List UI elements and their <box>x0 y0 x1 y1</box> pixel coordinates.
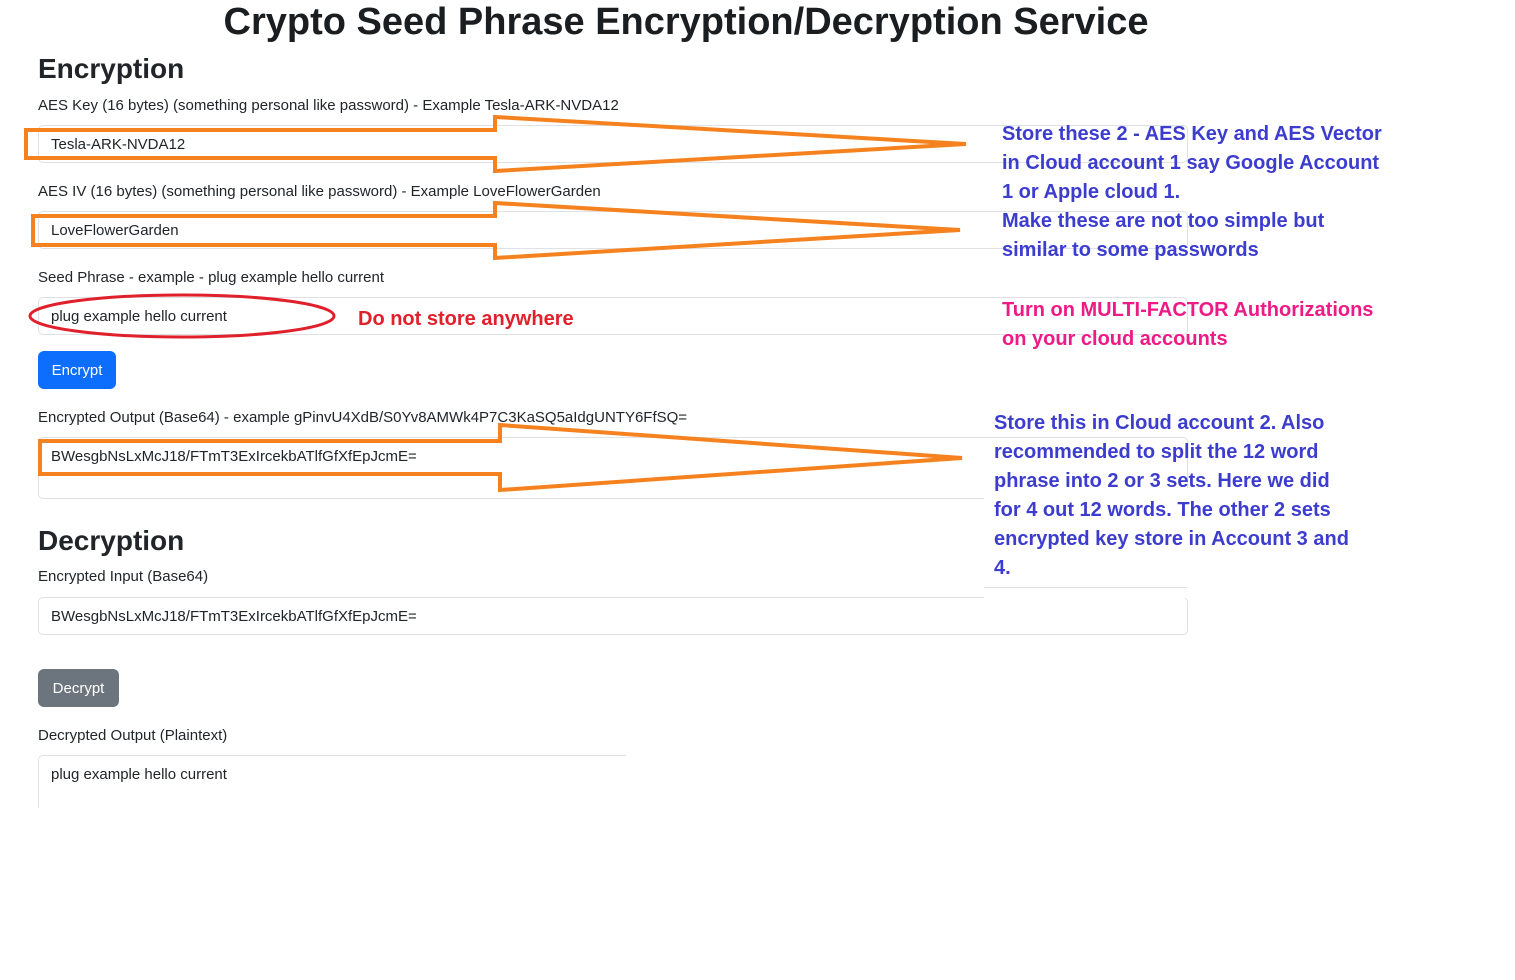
decrypted-output-label: Decrypted Output (Plaintext) <box>38 727 228 744</box>
store-keys-note: Store these 2 - AES Key and AES Vector i… <box>1002 123 1382 261</box>
encryption-heading: Encryption <box>38 53 185 84</box>
crop-edge-line <box>984 587 1187 588</box>
mfa-note: Turn on MULTI-FACTOR Authorizations on y… <box>1002 299 1374 350</box>
store-output-note: Store this in Cloud account 2. Also reco… <box>994 412 1349 579</box>
page-title: Crypto Seed Phrase Encryption/Decryption… <box>223 1 1149 43</box>
crop-mask <box>0 808 1515 980</box>
seed-phrase-label: Seed Phrase - example - plug example hel… <box>38 269 385 286</box>
encrypted-input-field[interactable] <box>38 597 1188 635</box>
aes-iv-label: AES IV (16 bytes) (something personal li… <box>38 183 601 200</box>
encrypt-button[interactable]: Encrypt <box>38 351 116 389</box>
aes-key-label: AES Key (16 bytes) (something personal l… <box>38 97 619 114</box>
encrypted-output-label: Encrypted Output (Base64) - example gPin… <box>38 409 688 426</box>
decryption-heading: Decryption <box>38 525 185 556</box>
encrypted-input-label: Encrypted Input (Base64) <box>38 568 209 585</box>
decrypt-button[interactable]: Decrypt <box>38 669 119 707</box>
do-not-store-note: Do not store anywhere <box>358 308 574 330</box>
